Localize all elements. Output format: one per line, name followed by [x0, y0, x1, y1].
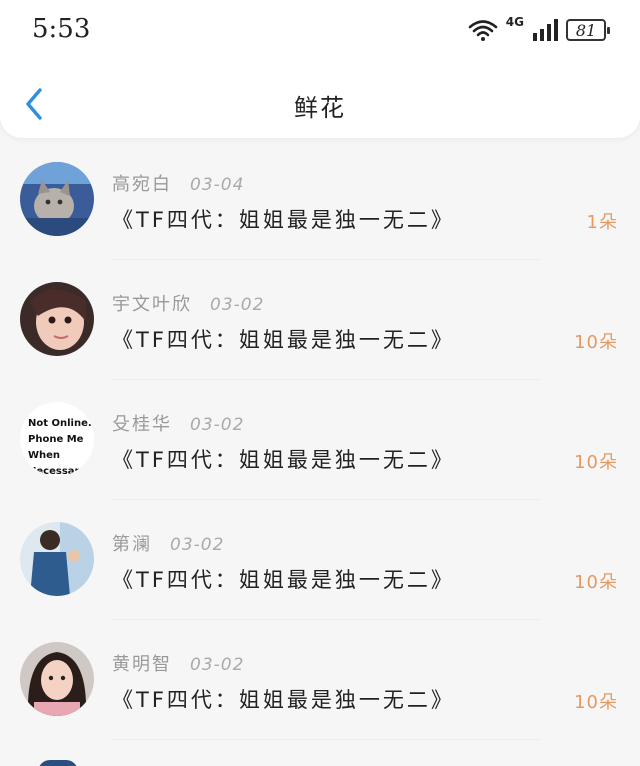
item-date: 03-02	[190, 655, 245, 675]
list-item[interactable]: 第澜 03-02 《TF四代：姐姐最是独一无二》 10朵	[0, 500, 640, 620]
flower-count: 10朵	[574, 572, 618, 593]
battery-level: 81	[575, 20, 597, 40]
status-time: 5:53	[32, 14, 91, 44]
wifi-icon	[468, 20, 498, 41]
list-item[interactable]: 高宛白 03-04 《TF四代：姐姐最是独一无二》 1朵	[0, 140, 640, 260]
avatar-text: Not Online. Phone Me When Necessary.	[28, 418, 92, 476]
user-name: 黄明智	[112, 654, 172, 675]
avatar[interactable]	[20, 642, 94, 716]
next-avatar-partial	[38, 760, 78, 766]
list-item[interactable]: Not Online. Phone Me When Necessary. 殳桂华…	[0, 380, 640, 500]
list-item[interactable]: 宇文叶欣 03-02 《TF四代：姐姐最是独一无二》 10朵	[0, 260, 640, 380]
item-meta: 黄明智 03-02	[112, 650, 244, 676]
status-bar: 5:53 4G 81	[0, 0, 640, 60]
flower-list: 高宛白 03-04 《TF四代：姐姐最是独一无二》 1朵 宇文叶欣 03-02 …	[0, 140, 640, 766]
flower-count: 1朵	[586, 212, 618, 233]
item-meta: 第澜 03-02	[112, 530, 224, 556]
flower-count: 10朵	[574, 692, 618, 713]
item-meta: 殳桂华 03-02	[112, 410, 244, 436]
status-icons: 4G 81	[468, 15, 610, 44]
avatar[interactable]	[20, 282, 94, 356]
flower-count: 10朵	[574, 452, 618, 473]
item-date: 03-02	[170, 535, 225, 555]
user-name: 宇文叶欣	[112, 294, 192, 315]
user-name: 殳桂华	[112, 414, 172, 435]
item-date: 03-02	[190, 415, 245, 435]
item-meta: 高宛白 03-04	[112, 170, 244, 196]
book-title: 《TF四代：姐姐最是独一无二》	[112, 568, 455, 592]
avatar[interactable]: Not Online. Phone Me When Necessary.	[20, 402, 94, 476]
battery-icon: 81	[566, 19, 610, 41]
top-header: 5:53 4G 81 鲜花	[0, 0, 640, 138]
book-title: 《TF四代：姐姐最是独一无二》	[112, 328, 455, 352]
list-item[interactable]: 黄明智 03-02 《TF四代：姐姐最是独一无二》 10朵	[0, 620, 640, 740]
book-title: 《TF四代：姐姐最是独一无二》	[112, 208, 455, 232]
item-date: 03-04	[190, 175, 245, 195]
flower-count: 10朵	[574, 332, 618, 353]
book-title: 《TF四代：姐姐最是独一无二》	[112, 688, 455, 712]
divider	[112, 739, 540, 740]
network-type: 4G	[505, 15, 524, 29]
book-title: 《TF四代：姐姐最是独一无二》	[112, 448, 455, 472]
user-name: 第澜	[112, 534, 152, 555]
item-meta: 宇文叶欣 03-02	[112, 290, 264, 316]
avatar[interactable]	[20, 162, 94, 236]
avatar[interactable]	[20, 522, 94, 596]
signal-icon	[533, 19, 558, 41]
page-title: 鲜花	[294, 94, 346, 122]
user-name: 高宛白	[112, 174, 172, 195]
item-date: 03-02	[210, 295, 265, 315]
